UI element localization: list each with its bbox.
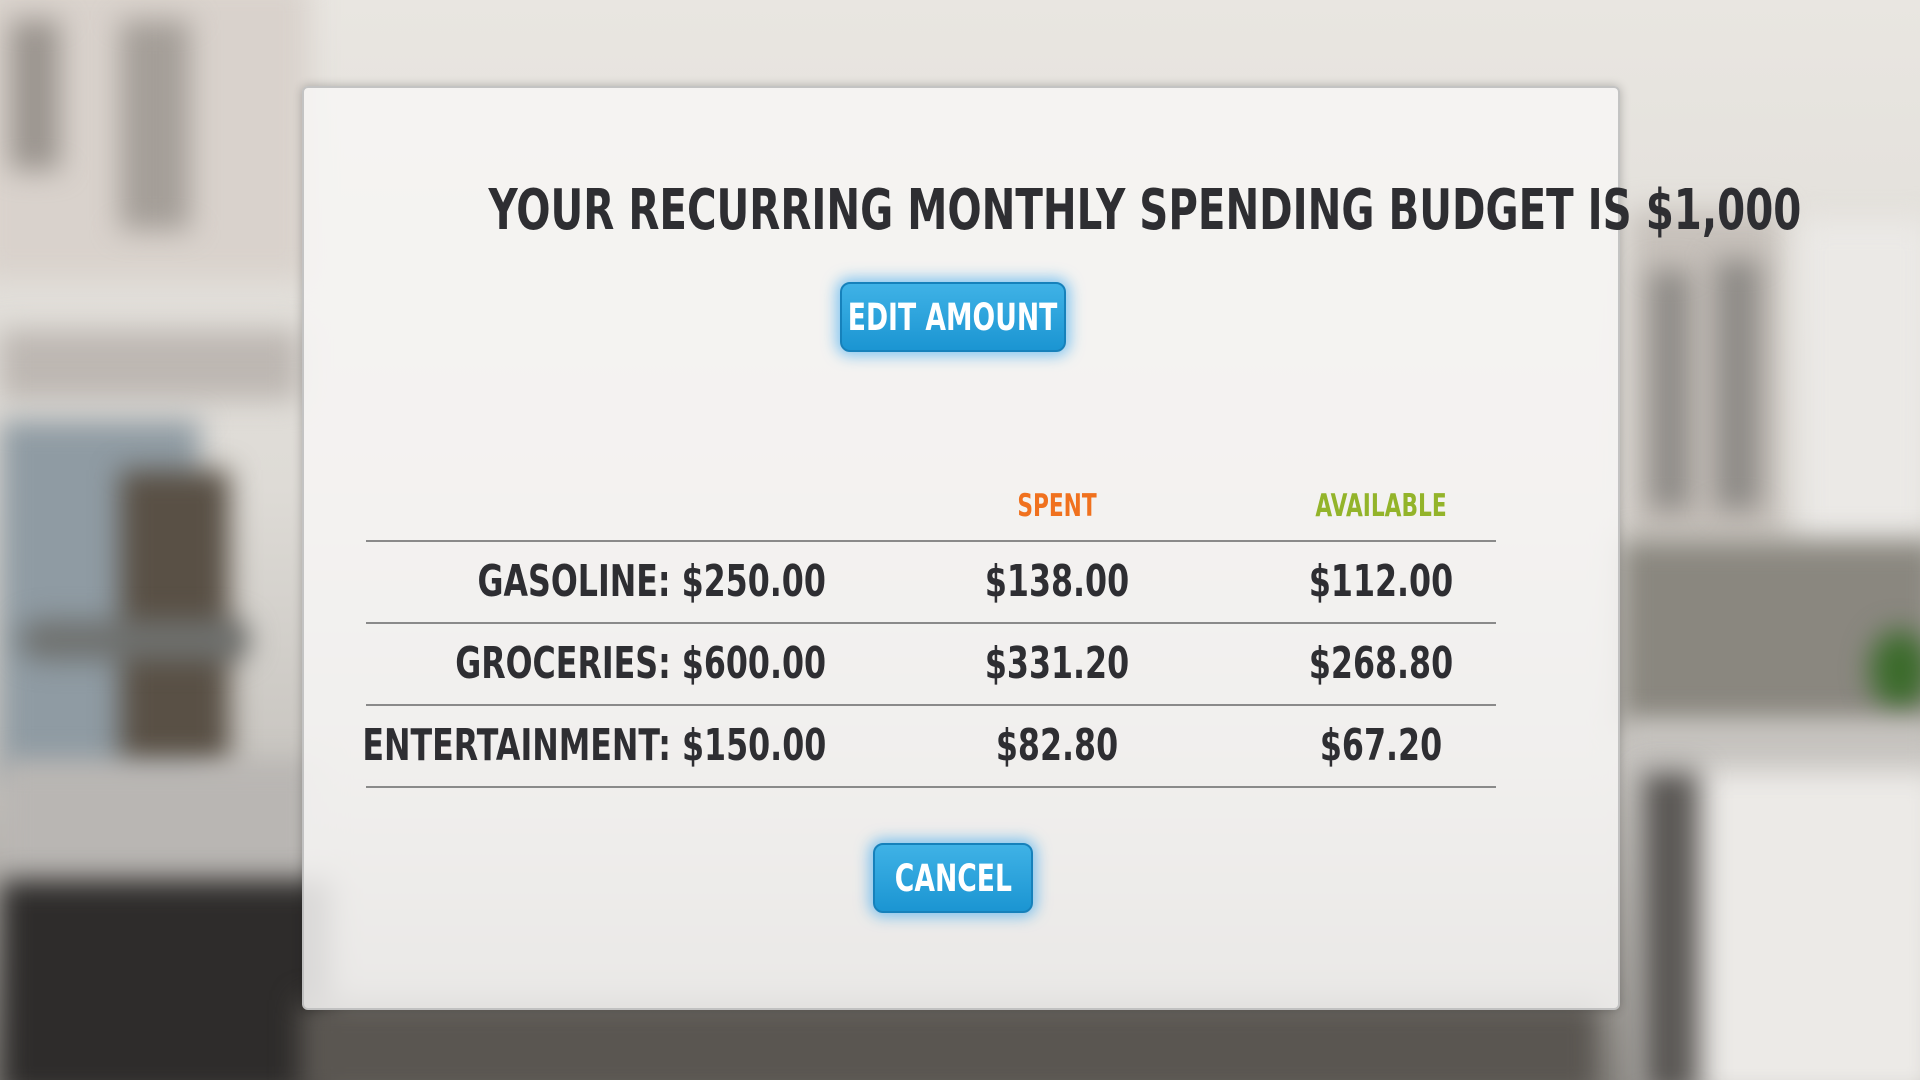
row-spent: $331.20 [984,638,1130,689]
row-category: GROCERIES: $600.00 [455,638,826,689]
cancel-button[interactable]: CANCEL [873,843,1033,913]
row-spent: $82.80 [995,720,1119,771]
budget-table: SPENT AVAILABLE GASOLINE: $250.00 $138.0… [362,476,1496,788]
edit-amount-button[interactable]: EDIT AMOUNT [840,282,1066,352]
budget-dialog: YOUR RECURRING MONTHLY SPENDING BUDGET I… [302,86,1802,1010]
row-category: ENTERTAINMENT: $150.00 [362,720,826,771]
table-row: ENTERTAINMENT: $150.00 $82.80 $67.20 [362,704,1496,788]
available-column-header: AVAILABLE [1315,488,1447,524]
row-available: $268.80 [1308,638,1454,689]
row-category: GASOLINE: $250.00 [477,556,826,607]
row-available: $112.00 [1308,556,1454,607]
edit-amount-label: EDIT AMOUNT [848,295,1058,339]
table-header-row: SPENT AVAILABLE [366,476,1496,540]
cancel-label: CANCEL [894,856,1012,900]
row-spent: $138.00 [984,556,1130,607]
row-available: $67.20 [1319,720,1443,771]
spent-column-header: SPENT [1017,488,1097,524]
table-row: GASOLINE: $250.00 $138.00 $112.00 [366,540,1496,622]
table-row: GROCERIES: $600.00 $331.20 $268.80 [366,622,1496,704]
dialog-title: YOUR RECURRING MONTHLY SPENDING BUDGET I… [488,178,1802,243]
